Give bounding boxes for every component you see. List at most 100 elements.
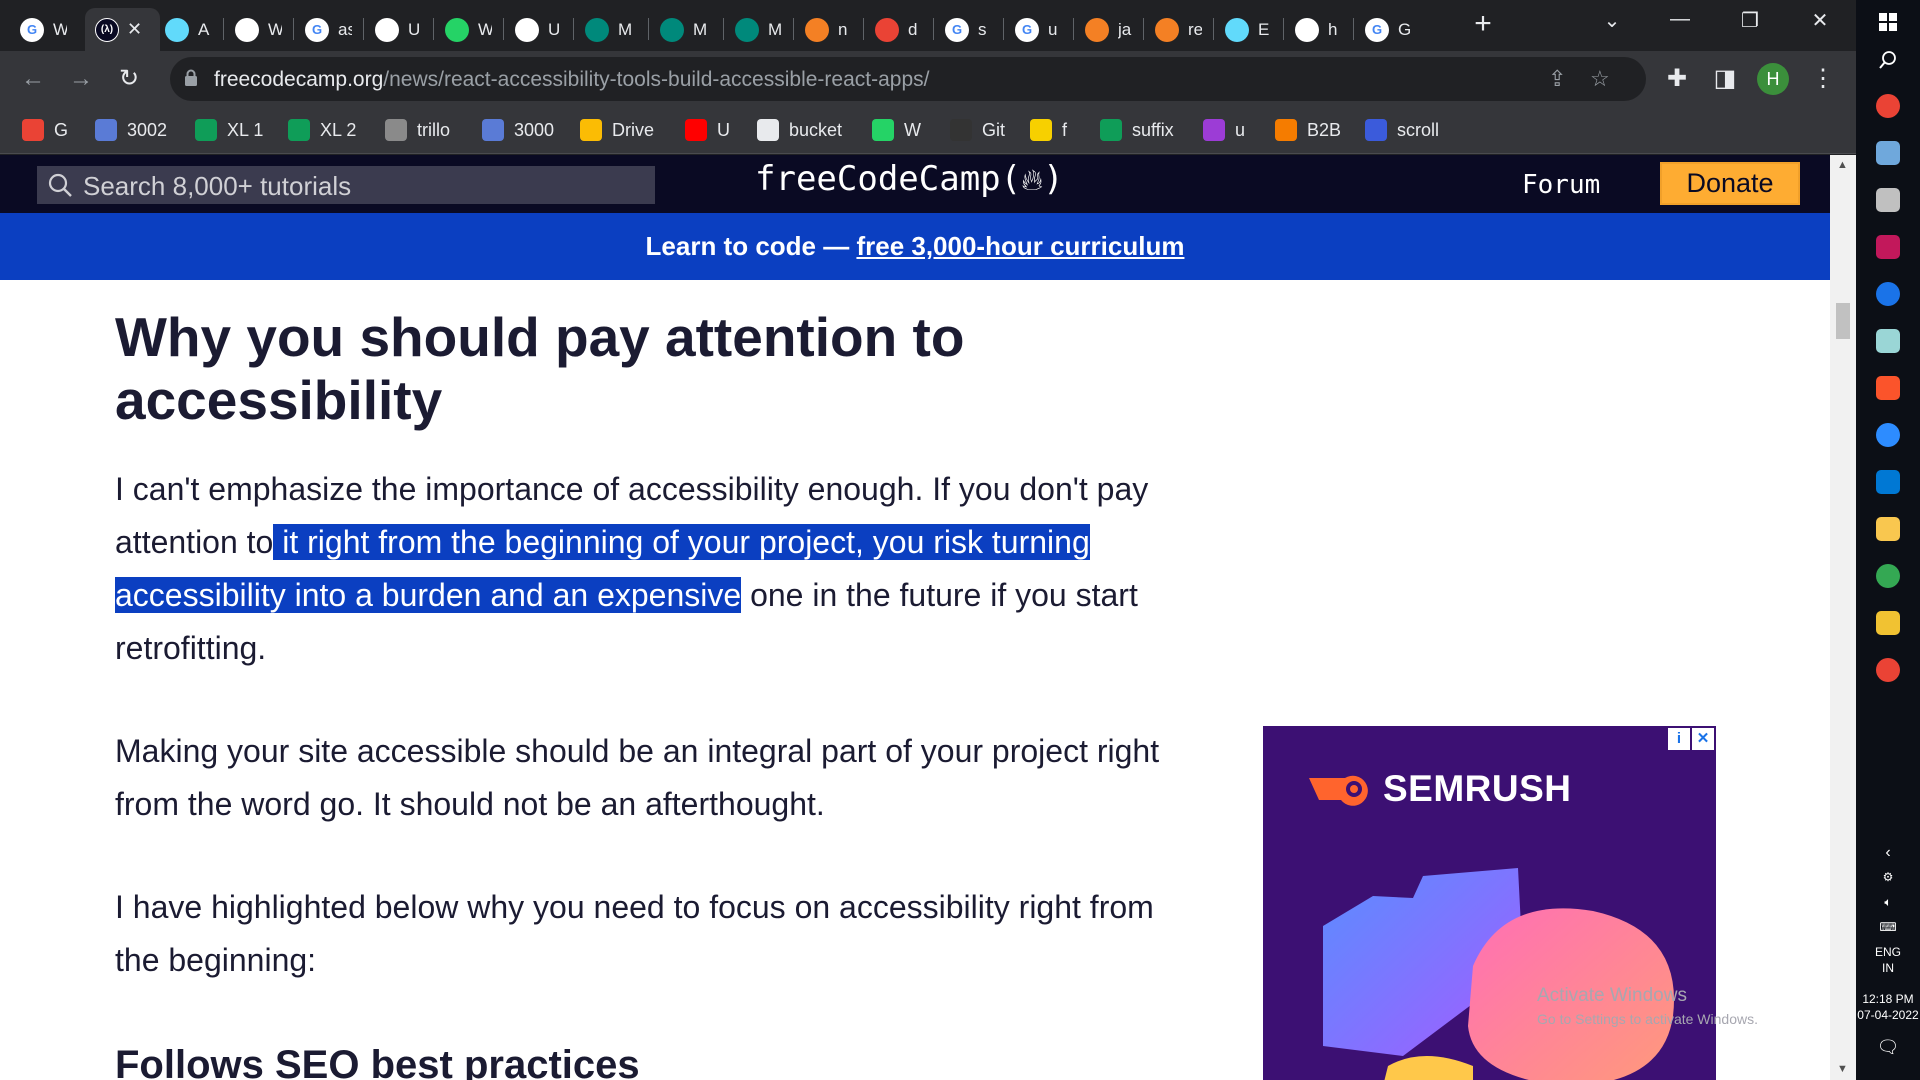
share-icon[interactable]: ⇪ <box>1548 66 1566 92</box>
donate-button[interactable]: Donate <box>1660 162 1800 205</box>
volume-icon[interactable]: 🔈︎ <box>1856 895 1920 910</box>
region-code[interactable]: IN <box>1856 961 1920 976</box>
browser-window: G W (λ) ✕ A W Gas U W U M M Mn d Gs Gu ja re Eh G G + ⌄ — ❐ … <box>0 0 1856 1080</box>
scroll-up-icon[interactable]: ▲ <box>1837 159 1848 171</box>
browser-tab[interactable]: M <box>725 8 795 51</box>
search-icon[interactable] <box>1876 48 1900 72</box>
tab-title: M <box>693 19 707 39</box>
browser-tab[interactable]: U <box>505 8 575 51</box>
browser-tab[interactable]: h <box>1285 8 1355 51</box>
browser-tab[interactable]: M <box>575 8 645 51</box>
chrome-icon[interactable] <box>1876 658 1900 682</box>
bookmark-item[interactable]: W <box>872 118 921 142</box>
browser-tab[interactable]: ja <box>1075 8 1145 51</box>
site-logo[interactable]: freeCodeCamp(🔥︎) <box>755 159 1064 199</box>
intellij-icon[interactable] <box>1876 235 1900 259</box>
chrome-profile-icon[interactable] <box>1876 564 1900 588</box>
forward-icon[interactable]: → <box>66 65 96 95</box>
browser-tab[interactable]: W <box>225 8 295 51</box>
browser-tab[interactable]: Gas <box>295 8 365 51</box>
side-panel-icon[interactable]: ◨ <box>1710 65 1740 95</box>
browser-tab[interactable]: GW <box>10 8 80 51</box>
browser-tab[interactable]: Gs <box>935 8 1005 51</box>
bookmark-item[interactable]: Drive <box>580 118 654 142</box>
notifications-icon[interactable]: 🗨︎ <box>1856 1038 1920 1056</box>
maps-icon[interactable] <box>1876 282 1900 306</box>
browser-tab[interactable]: W <box>435 8 505 51</box>
browser-tab[interactable]: (λ) ✕ <box>85 8 160 51</box>
tab-search-icon[interactable]: ⌄ <box>1592 8 1632 33</box>
bookmark-item[interactable]: B2B <box>1275 118 1341 142</box>
close-window-button[interactable]: ✕ <box>1800 8 1840 33</box>
bookmark-label: G <box>54 119 69 140</box>
file-explorer-icon[interactable] <box>1876 517 1900 541</box>
clock-time[interactable]: 12:18 PM <box>1856 992 1920 1007</box>
reload-icon[interactable]: ↻ <box>114 65 144 95</box>
app-icon[interactable] <box>1876 329 1900 353</box>
tab-separator <box>573 18 574 40</box>
flipkart-icon <box>1030 119 1052 141</box>
app-icon[interactable] <box>1876 141 1900 165</box>
clock-date[interactable]: 07-04-2022 <box>1856 1008 1920 1023</box>
bookmark-label: U <box>717 119 730 140</box>
browser-tab[interactable]: E <box>1215 8 1285 51</box>
extensions-icon[interactable]: ✚ <box>1662 65 1692 95</box>
browser-tab[interactable]: M <box>650 8 720 51</box>
paragraph-1: I can't emphasize the importance of acce… <box>115 471 1149 666</box>
browser-tab[interactable]: GG <box>1355 8 1425 51</box>
bookmark-item[interactable]: XL 1 <box>195 118 263 142</box>
bookmark-item[interactable]: f <box>1030 118 1067 142</box>
bookmark-item[interactable]: scroll <box>1365 118 1439 142</box>
browser-tab[interactable]: A <box>155 8 225 51</box>
browser-tab[interactable]: n <box>795 8 865 51</box>
minimize-button[interactable]: — <box>1660 8 1700 31</box>
bookmark-item[interactable]: 3002 <box>95 118 167 142</box>
forum-link[interactable]: Forum <box>1522 170 1600 200</box>
browser-tab[interactable]: Gu <box>1005 8 1075 51</box>
bookmark-item[interactable]: Git <box>950 118 1005 142</box>
bookmark-item[interactable]: G <box>22 118 68 142</box>
react-icon <box>165 17 189 42</box>
photos-icon[interactable] <box>1876 188 1900 212</box>
windows-start-icon[interactable] <box>1876 10 1900 34</box>
bookmark-item[interactable]: bucket <box>757 118 842 142</box>
network-icon[interactable]: ⚙ <box>1856 870 1920 885</box>
bookmark-item[interactable]: U <box>685 118 730 142</box>
bookmark-item[interactable]: u <box>1203 118 1245 142</box>
new-tab-button[interactable]: + <box>1468 9 1498 40</box>
brave-icon[interactable] <box>1876 376 1900 400</box>
menu-icon[interactable]: ⋮ <box>1808 65 1838 95</box>
bookmark-item[interactable]: 3000 <box>482 118 554 142</box>
bookmark-star-icon[interactable]: ☆ <box>1590 66 1610 92</box>
scrollbar-thumb[interactable] <box>1836 303 1850 339</box>
back-icon[interactable]: ← <box>18 65 48 95</box>
browser-tab[interactable]: re <box>1145 8 1215 51</box>
bookmark-item[interactable]: suffix <box>1100 118 1174 142</box>
tab-separator <box>503 18 504 40</box>
address-bar[interactable]: freecodecamp.org/news/react-accessibilit… <box>170 57 1646 101</box>
site-icon <box>385 119 407 141</box>
language-code[interactable]: ENG <box>1856 945 1920 960</box>
profile-avatar[interactable]: H <box>1757 63 1789 95</box>
bookmark-item[interactable]: XL 2 <box>288 118 356 142</box>
browser-tab[interactable]: d <box>865 8 935 51</box>
restore-button[interactable]: ❐ <box>1730 8 1770 33</box>
bookmark-item[interactable]: trillo <box>385 118 450 142</box>
whatsapp-icon <box>445 17 469 42</box>
curriculum-link[interactable]: free 3,000-hour curriculum <box>856 231 1184 261</box>
keyboard-icon[interactable]: ⌨ <box>1856 920 1920 935</box>
github-icon <box>1295 17 1319 42</box>
bookmark-label: suffix <box>1132 119 1174 140</box>
scroll-down-icon[interactable]: ▼ <box>1837 1063 1848 1075</box>
git-icon[interactable] <box>1876 611 1900 635</box>
freecodecamp-icon: (λ) <box>95 17 119 42</box>
chevron-up-icon[interactable]: ‹ <box>1856 845 1920 861</box>
browser-tab[interactable]: U <box>365 8 435 51</box>
chrome-icon[interactable] <box>1876 94 1900 118</box>
close-tab-icon[interactable]: ✕ <box>127 19 142 40</box>
stackoverflow-icon <box>1155 17 1179 42</box>
page-scrollbar[interactable]: ▲ ▼ <box>1830 155 1856 1080</box>
zoom-icon[interactable] <box>1876 423 1900 447</box>
vscode-icon[interactable] <box>1876 470 1900 494</box>
search-input[interactable]: Search 8,000+ tutorials <box>37 166 655 204</box>
